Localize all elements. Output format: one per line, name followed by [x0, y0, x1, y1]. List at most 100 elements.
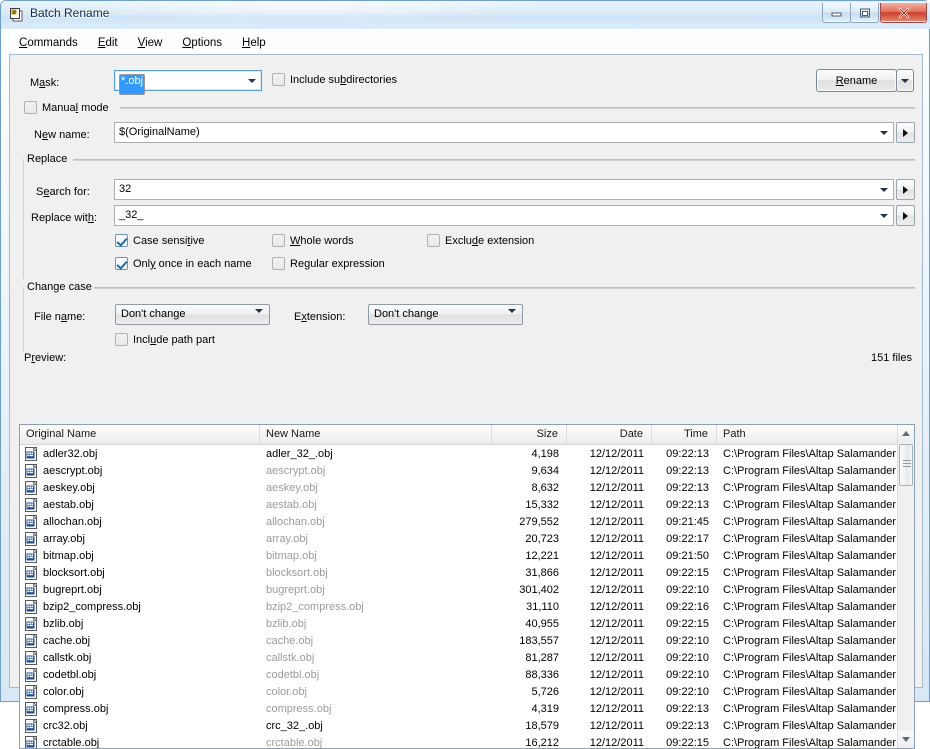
original-name-text: color.obj	[43, 686, 84, 698]
cell-date: 12/12/2011	[567, 516, 652, 528]
cell-date: 12/12/2011	[567, 601, 652, 613]
menu-options[interactable]: Options	[172, 34, 232, 52]
table-row[interactable]: aescrypt.objaescrypt.obj9,63412/12/20110…	[20, 462, 899, 479]
table-row[interactable]: aestab.objaestab.obj15,33212/12/201109:2…	[20, 496, 899, 513]
whole-words-box	[272, 234, 285, 247]
cell-original-name: codetbl.obj	[20, 668, 260, 682]
manual-mode-checkbox[interactable]: Manual mode	[24, 101, 109, 114]
cell-date: 12/12/2011	[567, 635, 652, 647]
table-row[interactable]: codetbl.objcodetbl.obj88,33612/12/201109…	[20, 666, 899, 683]
table-row[interactable]: cache.objcache.obj183,55712/12/201109:22…	[20, 632, 899, 649]
table-row[interactable]: crctable.objcrctable.obj16,21212/12/2011…	[20, 734, 899, 749]
mask-input[interactable]: *.obj	[114, 70, 262, 91]
cell-path: C:\Program Files\Altap Salamander 2.55	[717, 652, 899, 664]
maximize-button[interactable]	[850, 3, 879, 23]
table-row[interactable]: bitmap.objbitmap.obj12,22112/12/201109:2…	[20, 547, 899, 564]
only-once-checkbox[interactable]: Only once in each name	[115, 257, 252, 270]
scroll-up-arrow-icon[interactable]	[898, 425, 914, 442]
replace-with-chevron-down-icon[interactable]	[875, 207, 892, 224]
table-row[interactable]: bzip2_compress.objbzip2_compress.obj31,1…	[20, 598, 899, 615]
cell-new-name: aescrypt.obj	[260, 465, 492, 477]
column-header-path[interactable]: Path	[717, 425, 899, 444]
table-row[interactable]: bzlib.objbzlib.obj40,95512/12/201109:22:…	[20, 615, 899, 632]
exclude-extension-checkbox[interactable]: Exclude extension	[427, 234, 534, 247]
cell-path: C:\Program Files\Altap Salamander 2.55	[717, 720, 899, 732]
search-for-chevron-down-icon[interactable]	[875, 181, 892, 198]
table-row[interactable]: array.objarray.obj20,72312/12/201109:22:…	[20, 530, 899, 547]
column-header-time[interactable]: Time	[652, 425, 717, 444]
table-row[interactable]: callstk.objcallstk.obj81,28712/12/201109…	[20, 649, 899, 666]
cell-time: 09:21:45	[652, 516, 717, 528]
manual-mode-separator	[120, 107, 915, 109]
cell-original-name: cache.obj	[20, 634, 260, 648]
cell-time: 09:22:15	[652, 567, 717, 579]
menu-edit[interactable]: Edit	[88, 34, 128, 52]
table-row[interactable]: crc32.objcrc_32_.obj18,57912/12/201109:2…	[20, 717, 899, 734]
cell-original-name: bzlib.obj	[20, 617, 260, 631]
rename-button[interactable]: Rename	[816, 69, 897, 92]
cell-time: 09:22:13	[652, 465, 717, 477]
column-header-date[interactable]: Date	[567, 425, 652, 444]
search-for-input[interactable]: 32	[114, 179, 894, 200]
cell-path: C:\Program Files\Altap Salamander 2.55	[717, 448, 899, 460]
rename-dropdown-button[interactable]	[896, 69, 914, 92]
cell-size: 16,212	[492, 737, 567, 749]
search-for-macro-button[interactable]	[896, 179, 915, 200]
preview-list-scrollbar[interactable]	[897, 425, 914, 748]
close-button[interactable]	[880, 3, 927, 23]
table-row[interactable]: blocksort.objblocksort.obj31,86612/12/20…	[20, 564, 899, 581]
original-name-text: blocksort.obj	[43, 567, 105, 579]
cell-original-name: aestab.obj	[20, 498, 260, 512]
menu-view-label: iew	[145, 37, 162, 49]
cell-time: 09:22:13	[652, 499, 717, 511]
table-row[interactable]: adler32.objadler_32_.obj4,19812/12/20110…	[20, 445, 899, 462]
whole-words-checkbox[interactable]: Whole words	[272, 234, 354, 247]
scrollbar-thumb[interactable]	[899, 444, 913, 486]
minimize-button[interactable]	[822, 3, 851, 23]
scroll-down-arrow-icon[interactable]	[898, 731, 914, 748]
cell-path: C:\Program Files\Altap Salamander 2.55	[717, 516, 899, 528]
cell-time: 09:22:10	[652, 584, 717, 596]
new-name-macro-button[interactable]	[896, 122, 915, 143]
include-subdirectories-checkbox[interactable]: Include subdirectories	[272, 73, 397, 86]
table-row[interactable]: bugreprt.objbugreprt.obj301,40212/12/201…	[20, 581, 899, 598]
menu-commands[interactable]: Commands	[9, 34, 88, 52]
replace-with-arrow-right-icon	[903, 212, 908, 220]
cell-size: 40,955	[492, 618, 567, 630]
table-row[interactable]: compress.objcompress.obj4,31912/12/20110…	[20, 700, 899, 717]
include-path-part-box	[115, 333, 128, 346]
table-row[interactable]: allochan.objallochan.obj279,55212/12/201…	[20, 513, 899, 530]
include-path-part-label: Include path part	[133, 334, 215, 346]
regular-expression-checkbox[interactable]: Regular expression	[272, 257, 385, 270]
extension-case-label: Extension:	[294, 311, 345, 323]
menu-view[interactable]: View	[128, 34, 173, 52]
mask-chevron-down-icon[interactable]	[243, 72, 260, 89]
cell-original-name: bitmap.obj	[20, 549, 260, 563]
replace-with-macro-button[interactable]	[896, 205, 915, 226]
batch-rename-icon	[9, 7, 25, 23]
column-header-original-name[interactable]: Original Name	[20, 425, 260, 444]
menu-help[interactable]: Help	[232, 34, 276, 52]
replace-with-input[interactable]: _32_	[114, 205, 894, 226]
cell-original-name: allochan.obj	[20, 515, 260, 529]
cell-new-name: bugreprt.obj	[260, 584, 492, 596]
column-header-new-name[interactable]: New Name	[260, 425, 492, 444]
cell-size: 4,198	[492, 448, 567, 460]
file-name-case-select[interactable]: Don't change	[115, 304, 270, 325]
include-path-part-checkbox[interactable]: Include path part	[115, 333, 215, 346]
extension-case-select[interactable]: Don't change	[368, 304, 523, 325]
cell-size: 31,110	[492, 601, 567, 613]
regular-expression-box	[272, 257, 285, 270]
file-icon	[25, 498, 39, 512]
table-row[interactable]: color.objcolor.obj5,72612/12/201109:22:1…	[20, 683, 899, 700]
cell-date: 12/12/2011	[567, 737, 652, 749]
column-header-size[interactable]: Size	[492, 425, 567, 444]
new-name-label: New name:	[34, 129, 90, 141]
new-name-chevron-down-icon[interactable]	[875, 124, 892, 141]
file-icon	[25, 685, 39, 699]
new-name-input[interactable]: $(OriginalName)	[114, 122, 894, 143]
cell-new-name: cache.obj	[260, 635, 492, 647]
table-row[interactable]: aeskey.objaeskey.obj8,63212/12/201109:22…	[20, 479, 899, 496]
case-sensitive-checkbox[interactable]: Case sensitive	[115, 234, 205, 247]
cell-original-name: bzip2_compress.obj	[20, 600, 260, 614]
